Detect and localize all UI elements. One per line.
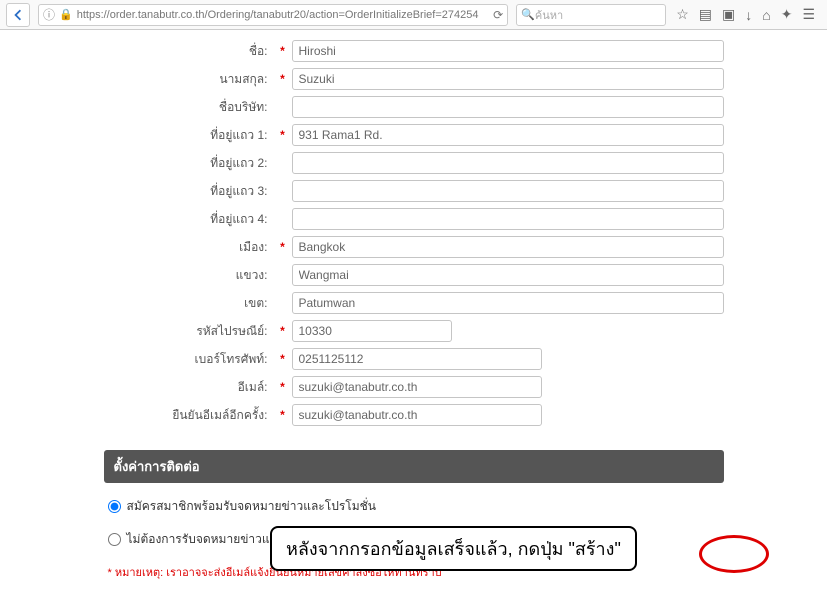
- label-confirm-email: ยืนยันอีเมล์อีกครั้ง:: [104, 406, 274, 425]
- company-input[interactable]: [292, 96, 724, 118]
- contact-opt1-label: สมัครสมาชิกพร้อมรับจดหมายข่าวและโปรโมชั่…: [127, 497, 376, 516]
- section-title: ตั้งค่าการติดต่อ: [104, 450, 724, 483]
- contact-opt2-radio[interactable]: [108, 533, 121, 546]
- email-input[interactable]: [292, 376, 542, 398]
- label-district: แขวง:: [104, 266, 274, 285]
- addr4-input[interactable]: [292, 208, 724, 230]
- required-mark: *: [278, 380, 288, 394]
- required-mark: *: [278, 408, 288, 422]
- addon-icon[interactable]: ✦: [781, 6, 793, 23]
- label-addr3: ที่อยู่แถว 3:: [104, 182, 274, 201]
- required-mark: *: [278, 240, 288, 254]
- label-area: เขต:: [104, 294, 274, 313]
- url-bar[interactable]: ⓘ 🔒 https://order.tanabutr.co.th/Orderin…: [38, 4, 508, 26]
- label-name: ชื่อ:: [104, 42, 274, 61]
- browser-search[interactable]: 🔍 ค้นหา: [516, 4, 666, 26]
- required-mark: *: [278, 72, 288, 86]
- search-icon: 🔍: [521, 8, 535, 21]
- label-phone: เบอร์โทรศัพท์:: [104, 350, 274, 369]
- url-text: https://order.tanabutr.co.th/Ordering/ta…: [77, 9, 489, 21]
- contact-opt1-radio[interactable]: [108, 500, 121, 513]
- required-mark: *: [278, 324, 288, 338]
- pocket-icon[interactable]: ▤: [699, 6, 712, 23]
- label-addr1: ที่อยู่แถว 1:: [104, 126, 274, 145]
- home-icon[interactable]: ⌂: [762, 7, 770, 23]
- callout-text: หลังจากกรอกข้อมูลเสร็จแล้ว, กดปุ่ม "สร้า…: [270, 526, 637, 571]
- label-surname: นามสกุล:: [104, 70, 274, 89]
- toolbar-icons: ☆ ▤ ▣ ↓ ⌂ ✦ ☰: [670, 6, 821, 23]
- callout-overlay: หลังจากกรอกข้อมูลเสร็จแล้ว, กดปุ่ม "สร้า…: [270, 526, 637, 571]
- label-city: เมือง:: [104, 238, 274, 257]
- area-input[interactable]: [292, 292, 724, 314]
- reload-icon[interactable]: ⟳: [493, 8, 503, 22]
- surname-input[interactable]: [292, 68, 724, 90]
- required-mark: *: [278, 44, 288, 58]
- downloads-icon[interactable]: ↓: [745, 7, 752, 23]
- postcode-input[interactable]: [292, 320, 452, 342]
- lock-icon: 🔒: [59, 8, 73, 21]
- district-input[interactable]: [292, 264, 724, 286]
- label-email: อีเมล์:: [104, 378, 274, 397]
- browser-toolbar: ⓘ 🔒 https://order.tanabutr.co.th/Orderin…: [0, 0, 827, 30]
- confirm-email-input[interactable]: [292, 404, 542, 426]
- addr3-input[interactable]: [292, 180, 724, 202]
- menu-icon[interactable]: ☰: [802, 6, 815, 23]
- addr1-input[interactable]: [292, 124, 724, 146]
- info-icon: ⓘ: [43, 6, 55, 23]
- label-postcode: รหัสไปรษณีย์:: [104, 322, 274, 341]
- label-addr2: ที่อยู่แถว 2:: [104, 154, 274, 173]
- phone-input[interactable]: [292, 348, 542, 370]
- shield-icon[interactable]: ▣: [722, 6, 735, 23]
- arrow-left-icon: [12, 9, 24, 21]
- required-mark: *: [278, 352, 288, 366]
- label-addr4: ที่อยู่แถว 4:: [104, 210, 274, 229]
- label-company: ชื่อบริษัท:: [104, 98, 274, 117]
- city-input[interactable]: [292, 236, 724, 258]
- name-input[interactable]: [292, 40, 724, 62]
- addr2-input[interactable]: [292, 152, 724, 174]
- bookmark-icon[interactable]: ☆: [676, 6, 689, 23]
- back-nav-button[interactable]: [6, 3, 30, 27]
- page-content: ชื่อ: * นามสกุล: * ชื่อบริษัท: ที่อยู่แถ…: [0, 30, 827, 591]
- required-mark: *: [278, 128, 288, 142]
